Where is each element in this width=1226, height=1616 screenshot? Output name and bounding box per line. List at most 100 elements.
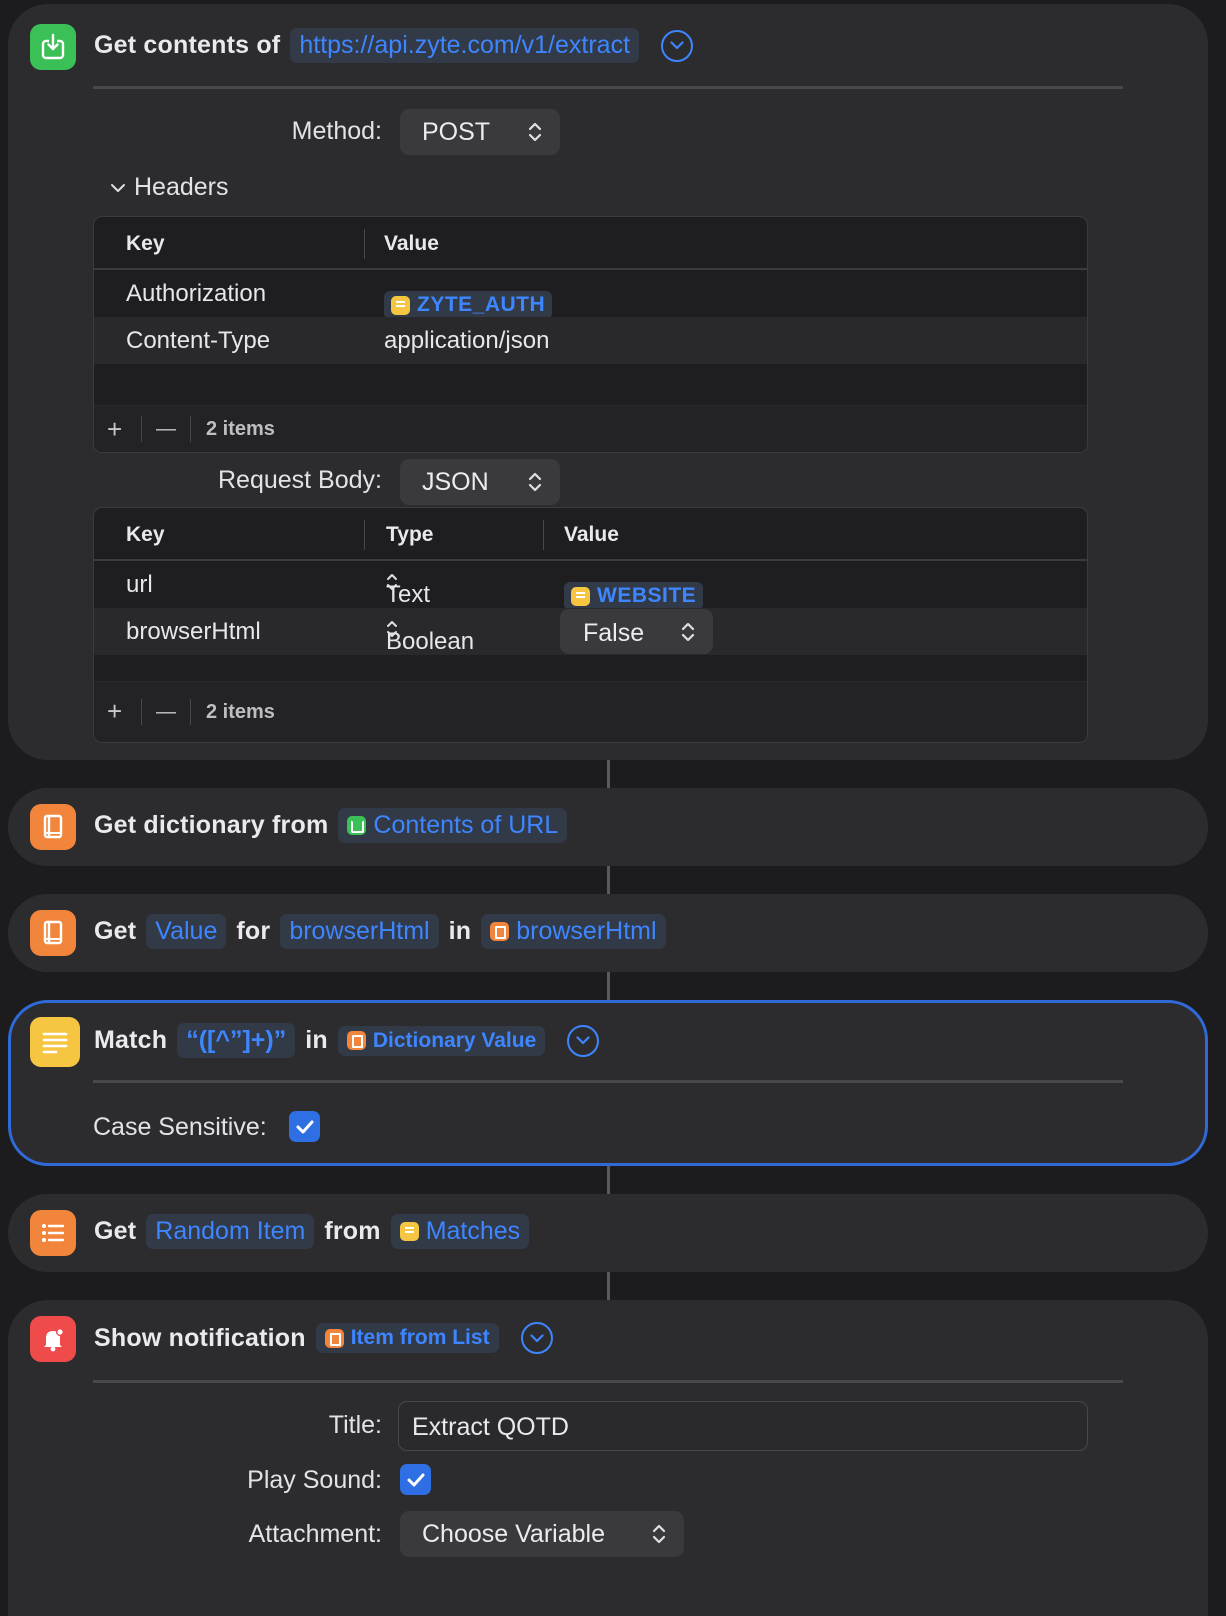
dictionary-icon [30,804,76,850]
variable-token[interactable]: browserHtml [481,914,666,949]
dictionary-icon [30,910,76,956]
for-label: for [236,917,271,945]
get-label: Get [94,917,137,945]
variable-token[interactable]: Matches [390,1214,530,1249]
table-row[interactable]: Content-Type application/json [94,317,1087,364]
table-header: Key Type Value [94,508,1087,561]
divider [93,1380,1123,1383]
match-text-action[interactable]: Match “([^”]+)” in Dictionary Value Case… [8,1000,1208,1166]
request-body-popup[interactable]: JSON [400,459,560,505]
headers-table: Key Value Authorization ZYTE_AUTH Conten… [93,216,1088,453]
variable-token[interactable]: Dictionary Value [337,1025,546,1056]
action-label: Show notification [94,1323,306,1352]
title-field[interactable]: Extract QOTD [398,1401,1088,1451]
updown-chevron-icon [681,622,695,642]
dictionary-icon [490,922,510,941]
column-value: Value [564,523,619,546]
divider [93,1080,1123,1083]
updown-chevron-icon [528,122,542,142]
connector-line [607,1272,610,1300]
row-key: url [126,571,153,598]
add-row-button[interactable]: + [107,414,122,445]
table-footer: + — 2 items [94,406,1087,452]
table-row[interactable]: browserHtml Boolean False [94,608,1087,655]
table-footer: + — 2 items [94,682,1087,742]
checkmark-icon [296,1120,313,1133]
attachment-popup[interactable]: Choose Variable [400,1511,684,1557]
show-notification-action[interactable]: Show notification Item from List Title: … [8,1300,1208,1616]
play-sound-checkbox[interactable] [400,1464,431,1495]
request-body-label: Request Body: [218,466,382,494]
item-count: 2 items [206,418,275,440]
variable-icon [391,295,410,315]
key-token[interactable]: browserHtml [280,914,439,949]
divider [93,86,1123,89]
get-contents-action[interactable]: Get contents of https://api.zyte.com/v1/… [8,4,1208,760]
dictionary-icon [346,1031,366,1050]
title-label: Title: [328,1411,382,1439]
variable-token[interactable]: ZYTE_AUTH [384,291,553,319]
item-count: 2 items [206,701,275,723]
column-value: Value [384,232,439,255]
table-row-empty [94,655,1087,682]
text-icon [30,1017,80,1067]
expand-chevron-icon[interactable] [661,29,694,62]
action-label: Get dictionary from [94,811,329,839]
match-label: Match [94,1026,168,1054]
checkmark-icon [407,1473,424,1486]
variable-token[interactable]: WEBSITE [564,582,704,610]
text-icon [399,1222,419,1241]
get-value-action[interactable]: Get Value for browserHtml in browserHtml [8,894,1208,972]
list-icon [30,1210,76,1256]
variable-icon [571,586,590,606]
table-header: Key Value [94,217,1087,270]
in-label: in [305,1026,328,1054]
web-icon [347,816,367,835]
expand-chevron-icon[interactable] [520,1322,553,1354]
case-sensitive-checkbox[interactable] [289,1111,320,1142]
connector-line [607,972,610,1000]
updown-chevron-icon [652,1524,666,1544]
add-row-button[interactable]: + [107,696,122,727]
attachment-value: Choose Variable [422,1519,605,1548]
get-item-from-list-action[interactable]: Get Random Item from Matches [8,1194,1208,1272]
get-dictionary-action[interactable]: Get dictionary from Contents of URL [8,788,1208,866]
remove-row-button[interactable]: — [156,701,176,724]
column-key: Key [126,232,165,255]
type-popup[interactable]: Boolean [386,618,474,655]
table-row[interactable]: Authorization ZYTE_AUTH [94,270,1087,319]
get-label: Get [94,1217,137,1245]
type-popup[interactable]: Text [386,571,430,608]
list-icon [324,1328,344,1348]
pattern-token[interactable]: “([^”]+)” [177,1023,296,1058]
table-row[interactable]: url Text WEBSITE [94,561,1087,610]
value-token[interactable]: Value [146,914,227,949]
row-key: Authorization [126,280,267,307]
variable-token[interactable]: Item from List [315,1323,499,1353]
updown-chevron-icon [528,472,542,492]
remove-row-button[interactable]: — [156,418,176,441]
expand-chevron-icon[interactable] [567,1024,600,1057]
from-label: from [324,1217,381,1245]
connector-line [607,760,610,788]
row-value: application/json [384,327,550,354]
method-value: POST [422,117,491,146]
row-key: browserHtml [126,618,261,645]
item-token[interactable]: Random Item [146,1214,315,1249]
title-value: Extract QOTD [412,1413,569,1441]
headers-disclosure[interactable]: Headers [110,173,229,202]
column-key: Key [126,523,165,546]
connector-line [607,1166,610,1194]
download-web-icon [30,24,76,70]
request-body-value: JSON [422,467,489,496]
method-popup[interactable]: POST [400,109,560,155]
variable-token[interactable]: Contents of URL [338,808,568,843]
chevron-down-icon [111,183,125,192]
connector-line [607,866,610,894]
headers-label: Headers [134,173,229,201]
url-token[interactable]: https://api.zyte.com/v1/extract [290,28,640,63]
notification-icon [30,1316,76,1362]
boolean-popup[interactable]: False [560,609,713,654]
play-sound-label: Play Sound: [247,1466,382,1494]
attachment-label: Attachment: [248,1520,382,1548]
